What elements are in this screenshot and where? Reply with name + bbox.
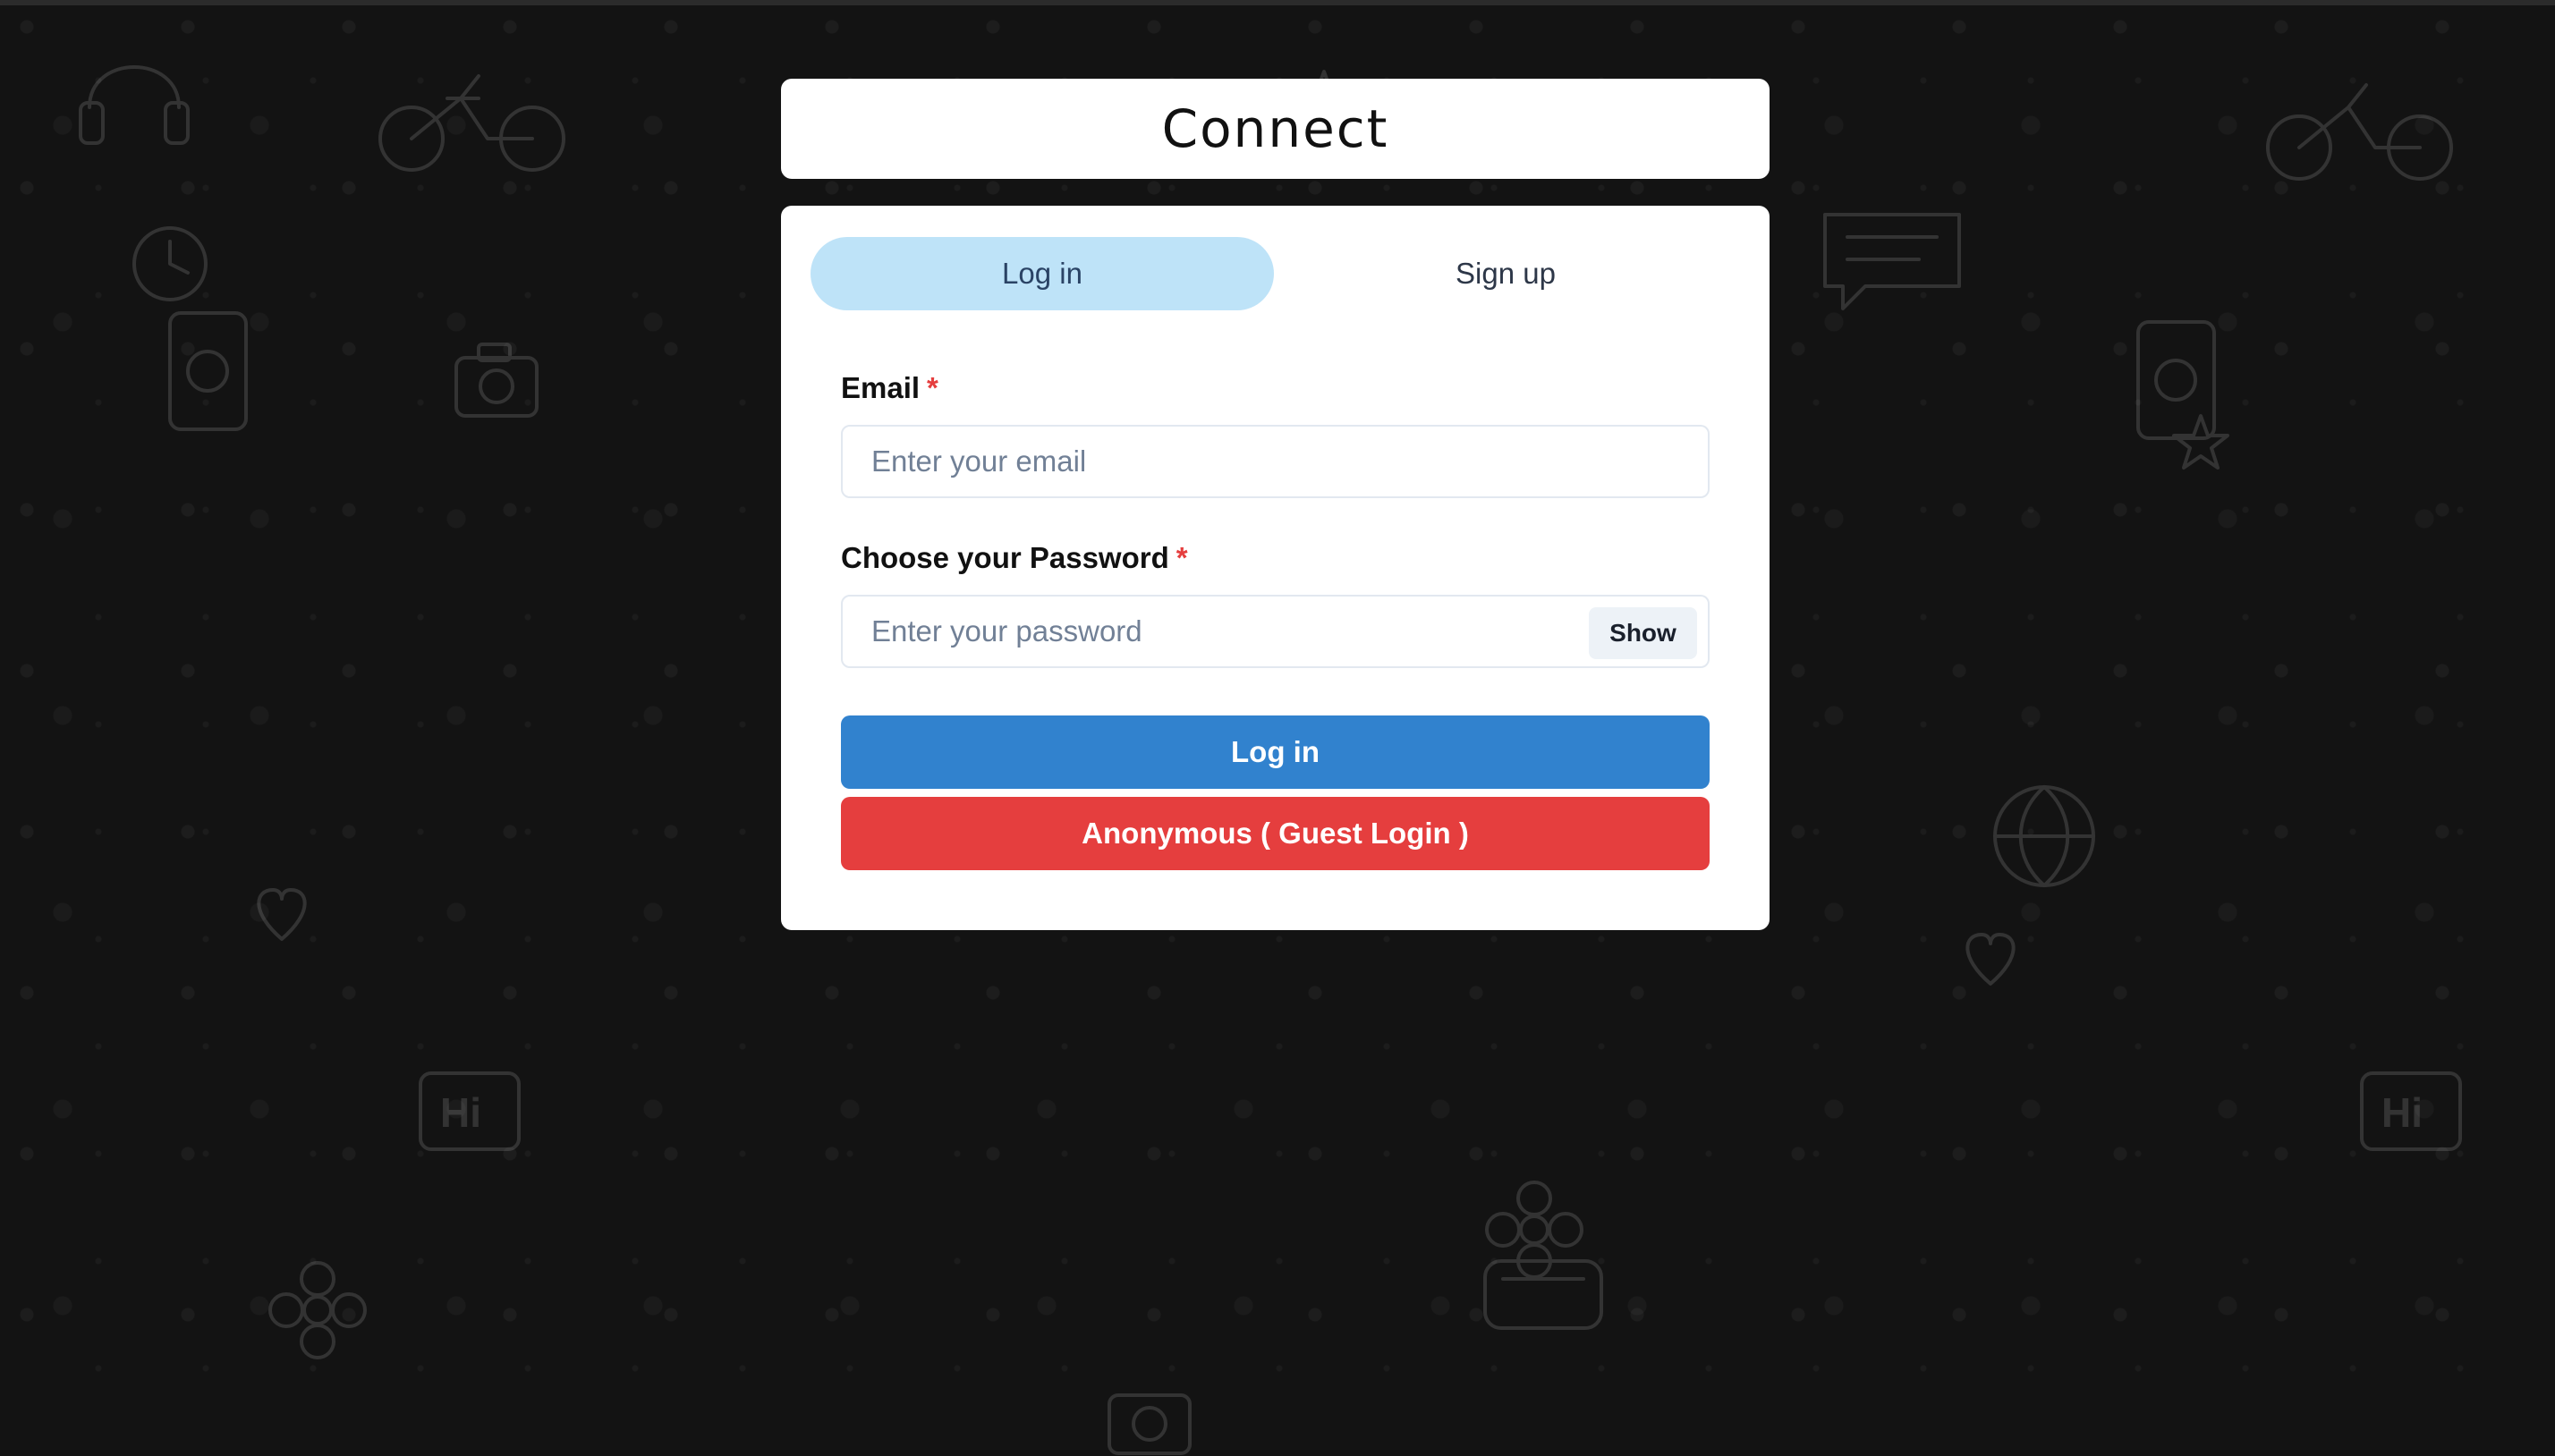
auth-card: Log in Sign up Email* Choose your Passwo… — [781, 206, 1770, 930]
phone-icon — [168, 311, 248, 431]
password-input[interactable] — [843, 597, 1708, 666]
email-required-mark: * — [927, 371, 938, 404]
alarm-clock-icon — [1483, 1259, 1603, 1330]
chat-bubble-icon — [1823, 213, 1961, 310]
email-label-text: Email — [841, 371, 921, 404]
headphones-icon — [79, 65, 190, 145]
hi-bubble-icon: Hi — [419, 1071, 521, 1151]
heart-icon — [257, 888, 307, 941]
email-input[interactable] — [843, 427, 1708, 496]
flower-icon — [1485, 1181, 1583, 1279]
bicycle-icon — [2266, 83, 2453, 181]
password-label: Choose your Password * — [841, 541, 1188, 575]
password-required-mark: * — [1176, 541, 1188, 574]
camera-icon — [454, 343, 539, 418]
password-label-text: Choose your Password — [841, 541, 1169, 574]
page-title: Connect — [1161, 98, 1389, 159]
heart-icon — [1965, 933, 2016, 986]
password-field-container: Show — [841, 595, 1710, 668]
login-button[interactable]: Log in — [841, 715, 1710, 789]
svg-text:Hi: Hi — [2381, 1089, 2423, 1136]
globe-icon — [1993, 785, 2095, 887]
login-page: Hi Hi Connect Log in Sign up Email * Ent… — [0, 0, 2555, 1456]
tab-sign-up[interactable]: Sign up — [1274, 237, 1737, 310]
tab-log-in[interactable]: Log in — [811, 237, 1274, 310]
svg-text:Hi: Hi — [440, 1089, 481, 1136]
guest-login-button[interactable]: Anonymous ( Guest Login ) — [841, 797, 1710, 870]
auth-tabs: Log in Sign up — [811, 237, 1741, 310]
camera-icon — [1108, 1393, 1192, 1455]
bicycle-icon — [378, 74, 565, 172]
flower-icon — [268, 1261, 367, 1359]
email-field-container — [841, 425, 1710, 498]
show-password-button[interactable]: Show — [1589, 607, 1697, 659]
clock-icon — [132, 226, 208, 301]
hi-bubble-icon: Hi — [2360, 1071, 2462, 1151]
email-label: Email * — [841, 371, 938, 405]
star-icon — [2172, 414, 2229, 470]
header-card: Connect — [781, 79, 1770, 179]
